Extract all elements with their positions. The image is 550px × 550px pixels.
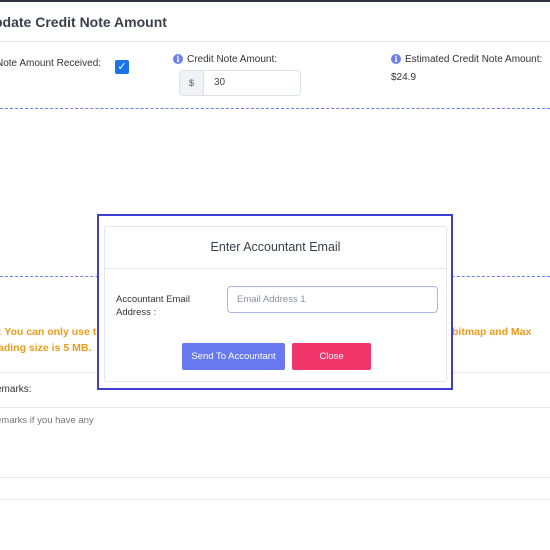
upload-note-line1-end: bitmap and Max [452, 326, 532, 338]
accountant-email-label: Accountant Email Address : [116, 294, 190, 318]
accountant-email-modal: Enter Accountant Email Accountant Email … [97, 214, 453, 390]
info-icon: i [173, 54, 183, 64]
checkmark-icon: ✓ [117, 61, 127, 73]
modal-title: Enter Accountant Email [105, 227, 446, 269]
received-checkbox[interactable]: ✓ [115, 60, 129, 74]
send-to-accountant-button[interactable]: Send To Accountant [182, 343, 285, 370]
section-divider [0, 108, 550, 109]
currency-prefix: $ [180, 71, 204, 95]
estimated-value: $24.9 [391, 72, 417, 83]
credit-amount-input[interactable]: 30 [214, 71, 225, 95]
remarks-textarea[interactable]: emarks if you have any [0, 415, 94, 426]
divider [0, 499, 550, 500]
accountant-email-input[interactable] [227, 286, 438, 313]
upload-note-line2: ading size is 5 MB. [0, 342, 92, 354]
divider [0, 407, 550, 408]
upload-note-line1: : You can only use tl [0, 326, 100, 338]
close-button[interactable]: Close [292, 343, 371, 370]
estimated-label: Estimated Credit Note Amount: [405, 54, 543, 65]
credit-amount-input-group[interactable]: $ 30 [179, 70, 301, 96]
page-title: pdate Credit Note Amount [0, 14, 167, 30]
remarks-label: emarks: [0, 384, 32, 395]
page-header: pdate Credit Note Amount [0, 2, 550, 42]
modal-card: Enter Accountant Email Accountant Email … [104, 226, 447, 382]
info-icon: i [391, 54, 401, 64]
divider [0, 477, 550, 478]
received-label: Note Amount Received: [0, 58, 102, 69]
credit-amount-label: Credit Note Amount: [187, 54, 278, 65]
